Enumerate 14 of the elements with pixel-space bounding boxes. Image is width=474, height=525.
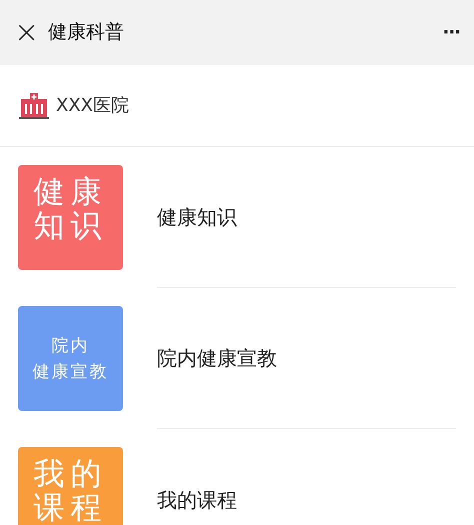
tile-text: 课程 (34, 491, 108, 525)
tile-text: 健康 (34, 175, 108, 209)
page-title: 健康科普 (48, 20, 124, 46)
close-button[interactable]: × (14, 18, 36, 48)
tile-text: 院内 (52, 334, 90, 358)
tile-text: 我的 (34, 457, 108, 491)
category-label[interactable]: 健康知识 (157, 202, 237, 232)
hospital-name: XXX医院 (56, 94, 129, 118)
category-label[interactable]: 我的课程 (157, 484, 237, 514)
category-label[interactable]: 院内健康宣教 (157, 343, 277, 373)
hospital-icon (18, 92, 50, 120)
tile-text: 健康宣教 (32, 360, 108, 384)
tile-text: 知识 (34, 209, 108, 243)
more-button[interactable]: ··· (442, 19, 460, 46)
